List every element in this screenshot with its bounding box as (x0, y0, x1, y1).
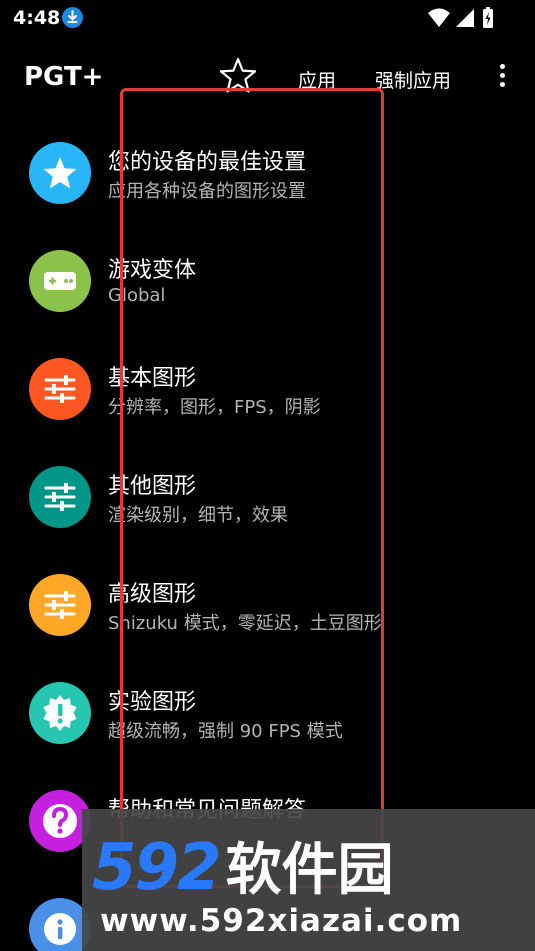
menu-item-title: 实验图形 (108, 690, 197, 715)
menu-item-best-settings[interactable]: 您的设备的最佳设置 应用各种设备的图形设置 (0, 108, 535, 216)
alert-badge-icon (29, 682, 91, 744)
sliders-icon (29, 466, 91, 528)
menu-item-subtitle: 超级流畅，强制 90 FPS 模式 (108, 721, 343, 742)
status-bar: 4:48 (0, 0, 535, 40)
more-options-icon[interactable] (494, 64, 510, 92)
status-icons (427, 6, 495, 34)
battery-icon (483, 7, 493, 28)
watermark-logo: 592 软件园 (92, 825, 394, 906)
sliders-icon (29, 574, 91, 636)
watermark-url: www.592xiazai.com (100, 903, 463, 939)
app-title: PGT+ (24, 62, 104, 92)
menu-item-title: 其他图形 (108, 474, 197, 499)
watermark-brand: 软件园 (225, 838, 394, 903)
menu-item-title: 您的设备的最佳设置 (108, 150, 307, 175)
menu-item-experimental-graphics[interactable]: 实验图形 超级流畅，强制 90 FPS 模式 (0, 648, 535, 756)
menu-item-subtitle: 应用各种设备的图形设置 (108, 181, 306, 202)
star-icon (29, 142, 91, 204)
menu-item-game-variant[interactable]: 游戏变体 Global (0, 216, 535, 324)
status-time: 4:48 (13, 7, 61, 29)
watermark-overlay: 592 软件园 www.592xiazai.com (82, 809, 535, 951)
signal-icon (456, 9, 474, 27)
menu-item-subtitle: 渲染级别，细节，效果 (108, 505, 288, 526)
force-apply-button[interactable]: 强制应用 (375, 66, 451, 93)
menu-item-subtitle: Shizuku 模式，零延迟，土豆图形 (108, 613, 382, 634)
menu-item-title: 高级图形 (108, 582, 197, 607)
menu-item-basic-graphics[interactable]: 基本图形 分辨率，图形，FPS，阴影 (0, 324, 535, 432)
menu-item-title: 基本图形 (108, 366, 197, 391)
download-icon (62, 7, 83, 28)
gamepad-icon (29, 250, 91, 312)
sliders-icon (29, 358, 91, 420)
wifi-icon (428, 8, 450, 27)
favorite-star-icon[interactable] (218, 56, 258, 96)
menu-item-title: 游戏变体 (108, 258, 197, 283)
menu-item-subtitle: 分辨率，图形，FPS，阴影 (108, 397, 321, 418)
app-bar: PGT+ 应用 强制应用 (0, 50, 535, 106)
menu-item-other-graphics[interactable]: 其他图形 渲染级别，细节，效果 (0, 432, 535, 540)
menu-item-advanced-graphics[interactable]: 高级图形 Shizuku 模式，零延迟，土豆图形 (0, 540, 535, 648)
apply-button[interactable]: 应用 (298, 66, 336, 93)
watermark-number: 592 (92, 831, 222, 905)
menu-item-subtitle: Global (108, 285, 166, 306)
